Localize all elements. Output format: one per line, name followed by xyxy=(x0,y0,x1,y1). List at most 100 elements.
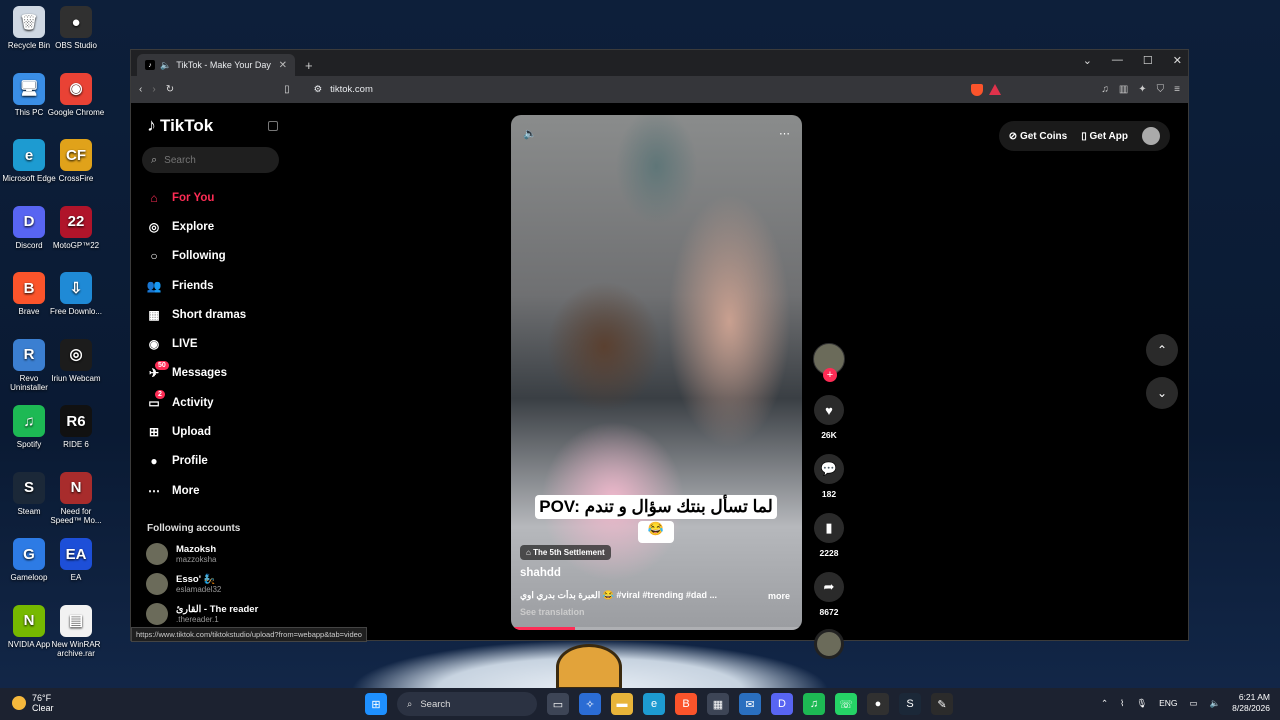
desktop-icon[interactable]: ● OBS Studio xyxy=(47,6,105,50)
nav-item-for-you[interactable]: ⌂ For You xyxy=(146,183,246,212)
tab-tiktok[interactable]: ♪ 🔈 TikTok - Make Your Day ✕ xyxy=(137,54,295,76)
brave-icon[interactable]: B xyxy=(675,693,697,715)
desktop-icon[interactable]: ⇩ Free Downlo... xyxy=(47,272,105,316)
speaker-icon[interactable]: 🔈 xyxy=(1210,698,1221,709)
close-tab-icon[interactable]: ✕ xyxy=(279,60,287,71)
task-view-icon[interactable]: ▭ xyxy=(547,693,569,715)
forward-icon[interactable]: › xyxy=(152,84,155,95)
account-avatar xyxy=(146,603,168,625)
start-button[interactable]: ⊞ xyxy=(365,693,387,715)
new-tab-button[interactable]: + xyxy=(305,58,313,73)
sidebar-toggle-icon[interactable]: ▥ xyxy=(1119,84,1128,95)
nav-item-short-dramas[interactable]: ▦ Short dramas xyxy=(146,300,246,329)
music-disc[interactable] xyxy=(814,629,844,659)
nav-label: For You xyxy=(172,191,215,204)
steam-icon[interactable]: S xyxy=(899,693,921,715)
caption-emoji: 😂 xyxy=(638,521,674,543)
nav-item-activity[interactable]: ▭ 2 Activity xyxy=(146,388,246,417)
whatsapp-icon[interactable]: ☏ xyxy=(835,693,857,715)
following-account[interactable]: Mazoksh mazzoksha xyxy=(146,543,216,565)
volume-icon[interactable]: 🔈 xyxy=(523,127,537,140)
following-account[interactable]: القارئ - The reader .thereader.1 xyxy=(146,603,258,625)
user-avatar[interactable] xyxy=(1142,127,1160,145)
spotify-icon[interactable]: ♫ xyxy=(803,693,825,715)
author-avatar[interactable]: + xyxy=(813,343,845,382)
get-coins-button[interactable]: ⊘ Get Coins xyxy=(1009,131,1067,142)
copilot-icon[interactable]: ✧ xyxy=(579,693,601,715)
search-input[interactable] xyxy=(164,154,265,166)
taskbar-search[interactable]: ⌕ Search xyxy=(397,692,537,716)
previous-video-button[interactable]: ⌃ xyxy=(1146,334,1178,366)
video-author[interactable]: shahdd xyxy=(520,567,561,579)
vpn-icon[interactable]: ⛉ xyxy=(1157,84,1165,95)
minimize-button[interactable]: — xyxy=(1112,54,1123,67)
like-button[interactable]: ♥ xyxy=(814,395,844,425)
nav-item-following[interactable]: ○ Following xyxy=(146,242,246,271)
nav-item-live[interactable]: ◉ LIVE xyxy=(146,329,246,358)
nav-item-profile[interactable]: ● Profile xyxy=(146,447,246,476)
desktop-icon[interactable]: R6 RIDE 6 xyxy=(47,405,105,449)
desktop-icon[interactable]: EA EA xyxy=(47,538,105,582)
menu-icon[interactable]: ≡ xyxy=(1174,84,1180,95)
desktop-icon[interactable]: ▤ New WinRAR archive.rar xyxy=(47,604,105,658)
weather-widget[interactable]: 76°F Clear xyxy=(12,693,54,713)
back-icon[interactable]: ‹ xyxy=(139,84,142,95)
collapse-sidebar-icon[interactable] xyxy=(268,121,278,131)
tiktok-logo[interactable]: ♪ TikTok xyxy=(147,115,213,136)
comment-button[interactable]: 💬 xyxy=(814,454,844,484)
desktop-icon[interactable]: N Need for Speed™ Mo... xyxy=(47,471,105,525)
edge-icon[interactable]: e xyxy=(643,693,665,715)
nav-label: Activity xyxy=(172,396,214,409)
mic-icon[interactable]: 🎙 xyxy=(1136,698,1147,709)
url-text[interactable]: tiktok.com xyxy=(330,84,373,95)
file-explorer-icon[interactable]: ▬ xyxy=(611,693,633,715)
see-translation-link[interactable]: See translation xyxy=(520,607,585,617)
get-app-button[interactable]: ▯ Get App xyxy=(1081,131,1128,142)
tray-overflow-icon[interactable]: ⌃ xyxy=(1101,698,1108,709)
nav-item-explore[interactable]: ◎ Explore xyxy=(146,212,246,241)
location-sticker[interactable]: ⌂ The 5th Settlement xyxy=(520,545,611,560)
reload-icon[interactable]: ↻ xyxy=(166,84,174,95)
brave-rewards-icon[interactable] xyxy=(989,84,1001,95)
discord-icon[interactable]: D xyxy=(771,693,793,715)
search-box[interactable]: ⌕ xyxy=(142,147,279,173)
options-icon[interactable]: ⋯ xyxy=(779,127,790,140)
nav-item-upload[interactable]: ⊞ Upload xyxy=(146,417,246,446)
video-player[interactable]: 🔈 ⋯ POV: لما تسأل بنتك سؤال و تندم 😂 ⌂ T… xyxy=(511,115,802,630)
desktop-icon[interactable]: ◉ Google Chrome xyxy=(47,72,105,117)
pen-icon[interactable]: ✎ xyxy=(931,693,953,715)
tab-search-icon[interactable]: ⌄ xyxy=(1083,54,1092,67)
next-video-button[interactable]: ⌄ xyxy=(1146,377,1178,409)
language-indicator[interactable]: ENG xyxy=(1159,698,1177,708)
nav-label: Messages xyxy=(172,367,227,380)
close-window-button[interactable]: ✕ xyxy=(1173,54,1182,67)
store-icon[interactable]: ▦ xyxy=(707,693,729,715)
nav-item-friends[interactable]: 👥 Friends xyxy=(146,271,246,300)
weather-condition: Clear xyxy=(32,703,54,713)
app-icon: N xyxy=(13,604,45,637)
save-button[interactable]: ▮ xyxy=(814,513,844,543)
nav-item-messages[interactable]: ✈ 50 Messages xyxy=(146,359,246,388)
nav-item-more[interactable]: ⋯ More xyxy=(146,476,246,505)
maximize-button[interactable]: ☐ xyxy=(1143,54,1153,67)
audio-icon[interactable]: 🔈 xyxy=(160,60,171,71)
bookmark-icon[interactable]: ▯ xyxy=(284,84,290,95)
follow-plus-icon[interactable]: + xyxy=(823,368,837,382)
mail-icon[interactable]: ✉ xyxy=(739,693,761,715)
video-progress-bar[interactable] xyxy=(511,627,802,630)
share-button[interactable]: ➦ xyxy=(814,572,844,602)
action-column: + ♥ 26K 💬 182 ▮ 2228 ➦ 8672 xyxy=(812,343,846,659)
site-info-icon[interactable]: ⚙ xyxy=(314,84,323,95)
extensions-icon[interactable]: ✦ xyxy=(1138,84,1146,95)
following-account[interactable]: Esso' 🧞 eslamadel32 xyxy=(146,573,221,595)
brave-shield-icon[interactable] xyxy=(971,84,983,96)
more-link[interactable]: more xyxy=(768,591,790,601)
network-icon[interactable]: ⌇ xyxy=(1120,698,1124,709)
desktop-icon[interactable]: ◎ Iriun Webcam xyxy=(47,338,105,383)
obs-icon[interactable]: ● xyxy=(867,693,889,715)
desktop-icon[interactable]: CF CrossFire xyxy=(47,139,105,183)
desktop-icon[interactable]: 22 MotoGP™22 xyxy=(47,205,105,250)
music-icon[interactable]: ♫ xyxy=(1101,84,1109,95)
display-icon[interactable]: ▭ xyxy=(1190,698,1198,709)
clock[interactable]: 6:21 AM 8/28/2026 xyxy=(1232,692,1270,714)
